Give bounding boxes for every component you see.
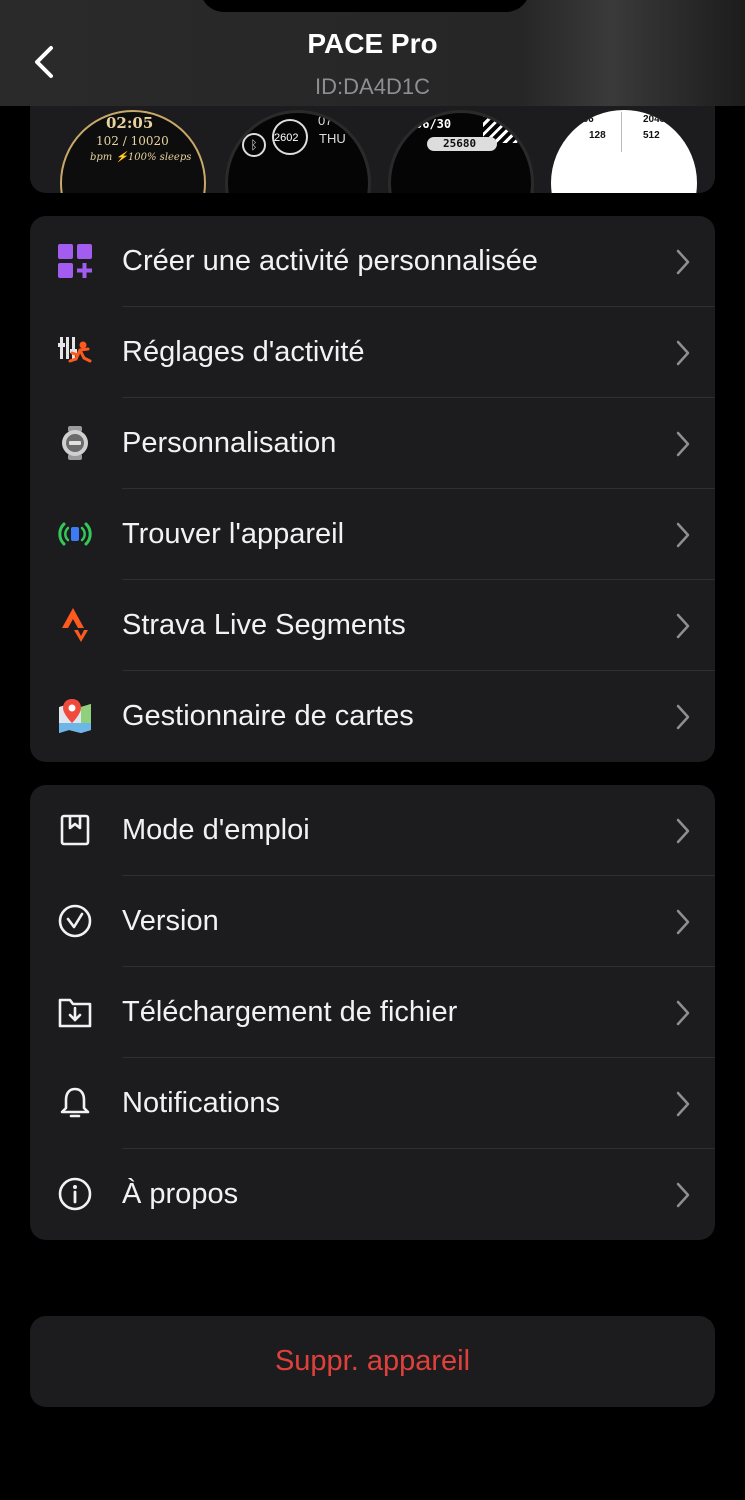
menu-item-label: Trouver l'appareil: [122, 518, 345, 550]
nav-header: PACE Pro ID:DA4D1C: [0, 0, 745, 106]
bell-icon: [57, 1085, 93, 1121]
map-pin-icon: [57, 698, 93, 734]
menu-item-label: Réglages d'activité: [122, 336, 365, 368]
page-title: PACE Pro: [307, 28, 438, 59]
menu-item-label: Strava Live Segments: [122, 609, 406, 641]
activity-settings-icon: [57, 334, 93, 370]
watch-face-divider: [621, 112, 622, 152]
menu-item-about[interactable]: À propos: [30, 1149, 715, 1240]
grid-plus-icon: [57, 243, 93, 279]
watch-face-stat: 512: [643, 130, 660, 141]
menu-item-label: Notifications: [122, 1087, 280, 1119]
watch-face-steps: 102 / 10020: [96, 134, 169, 148]
menu-item-label: Mode d'emploi: [122, 814, 310, 846]
menu-item-personalization[interactable]: Personnalisation: [30, 398, 715, 489]
watch-face-day: THU: [319, 131, 346, 146]
delete-device-label: Suppr. appareil: [274, 1345, 471, 1377]
menu-item-map-manager[interactable]: Gestionnaire de cartes: [30, 671, 715, 762]
info-icon: [57, 1176, 93, 1212]
chevron-right-icon: [676, 704, 690, 730]
chevron-right-icon: [676, 613, 690, 639]
watch-face-stat: 256: [577, 114, 594, 125]
version-check-icon: [57, 903, 93, 939]
watch-face-sport[interactable]: SUN 06/30 25680: [388, 110, 534, 193]
watch-face-stats: bpm ⚡100% sleeps: [90, 152, 192, 163]
chevron-right-icon: [676, 522, 690, 548]
settings-group-activity: Créer une activité personnalisée Réglage…: [30, 216, 715, 762]
menu-item-label: Créer une activité personnalisée: [122, 245, 538, 277]
chevron-right-icon: [676, 1182, 690, 1208]
watch-face-stat: 128: [589, 130, 606, 141]
watch-face-digital[interactable]: ᛒ 2602 07-03 THU: [225, 110, 371, 193]
watch-face-gold[interactable]: 02:05 102 / 10020 bpm ⚡100% sleeps: [60, 110, 206, 193]
watch-face-steps: 25680: [443, 137, 477, 150]
watch-face-date: 06/30: [415, 117, 452, 131]
chevron-right-icon: [676, 1091, 690, 1117]
menu-item-label: Gestionnaire de cartes: [122, 700, 414, 732]
chevron-right-icon: [676, 1000, 690, 1026]
watch-face-date: 07-03: [318, 113, 352, 128]
delete-device-button[interactable]: Suppr. appareil: [30, 1316, 715, 1407]
watch-face-time: 02:05: [106, 114, 154, 132]
menu-item-file-download[interactable]: Téléchargement de fichier: [30, 967, 715, 1058]
watch-face-steps: 2602: [274, 132, 299, 144]
menu-item-label: À propos: [122, 1178, 239, 1210]
menu-item-version[interactable]: Version: [30, 876, 715, 967]
chevron-right-icon: [676, 249, 690, 275]
menu-item-label: Téléchargement de fichier: [122, 996, 458, 1028]
strava-icon: [57, 607, 93, 643]
menu-item-manual[interactable]: Mode d'emploi: [30, 785, 715, 876]
menu-item-notifications[interactable]: Notifications: [30, 1058, 715, 1149]
menu-item-custom-activity[interactable]: Créer une activité personnalisée: [30, 216, 715, 307]
menu-item-find-device[interactable]: Trouver l'appareil: [30, 489, 715, 580]
watch-face-stat: 2048: [643, 114, 666, 125]
menu-item-activity-settings[interactable]: Réglages d'activité: [30, 307, 715, 398]
menu-item-strava[interactable]: Strava Live Segments: [30, 580, 715, 671]
chevron-right-icon: [676, 818, 690, 844]
find-device-icon: [57, 516, 93, 552]
chevron-right-icon: [676, 340, 690, 366]
watch-face-bar: [405, 113, 411, 129]
menu-item-label: Version: [122, 905, 219, 937]
settings-group-info: Mode d'emploi Version Téléchargement de …: [30, 785, 715, 1240]
bluetooth-icon: ᛒ: [242, 133, 266, 157]
menu-item-label: Personnalisation: [122, 427, 337, 459]
watch-face-white[interactable]: 256 2048 128 512: [551, 110, 697, 193]
file-download-icon: [57, 994, 93, 1030]
device-notch: [200, 0, 530, 12]
device-id: ID:DA4D1C: [315, 74, 430, 99]
chevron-right-icon: [676, 431, 690, 457]
chevron-right-icon: [676, 909, 690, 935]
manual-icon: [57, 812, 93, 848]
watch-icon: [57, 425, 93, 461]
